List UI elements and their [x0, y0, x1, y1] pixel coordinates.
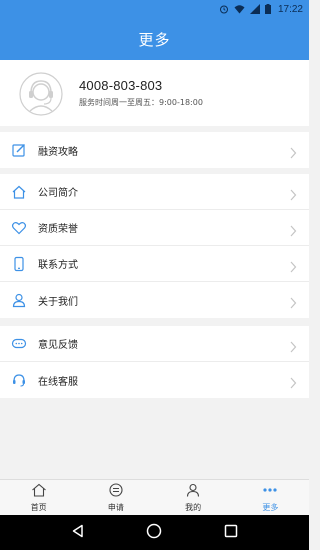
- service-hours: 服务时间周一至周五：9:00-18:00: [79, 98, 203, 107]
- tab-home[interactable]: 首页: [0, 480, 77, 515]
- hotline-number[interactable]: 4008-803-803: [79, 78, 203, 93]
- edit-icon: [11, 142, 27, 158]
- signal-icon: [249, 4, 260, 14]
- tab-label: 申请: [107, 503, 124, 512]
- menu-item-label: 在线客服: [38, 376, 78, 388]
- tab-label: 我的: [185, 503, 202, 512]
- back-triangle-icon: [71, 523, 85, 542]
- menu-group-support: 意见反馈 在线客服: [0, 326, 309, 398]
- recents-button[interactable]: [211, 518, 251, 548]
- menu-item-feedback[interactable]: 意见反馈: [0, 326, 309, 362]
- wifi-icon: [234, 4, 245, 14]
- status-bar: 17:22: [0, 0, 309, 18]
- chevron-right-icon: [289, 258, 297, 273]
- heart-icon: [11, 220, 27, 236]
- menu-item-label: 资质荣誉: [38, 224, 78, 235]
- menu-item-qualifications[interactable]: 资质荣誉: [0, 210, 309, 246]
- phone-icon: [11, 256, 27, 272]
- bottom-tab-bar: 首页 申请 我的 更多: [0, 479, 309, 515]
- chevron-right-icon: [289, 374, 297, 389]
- menu-group-guide: 融资攻略: [0, 132, 309, 168]
- customer-service-avatar-icon: [18, 71, 64, 117]
- chevron-right-icon: [289, 222, 297, 237]
- recents-square-icon: [224, 523, 238, 542]
- menu-item-about-us[interactable]: 关于我们: [0, 282, 309, 318]
- person-icon: [185, 482, 201, 501]
- more-dots-icon: [262, 482, 278, 501]
- tab-label: 首页: [30, 503, 47, 512]
- chevron-right-icon: [289, 144, 297, 159]
- title-bar: 更多: [0, 18, 309, 60]
- home-icon: [31, 482, 47, 501]
- home-circle-icon: [146, 523, 162, 543]
- menu-item-label: 联系方式: [38, 260, 78, 271]
- application-icon: [108, 482, 124, 501]
- menu-item-label: 关于我们: [38, 296, 78, 308]
- menu-item-financing-guide[interactable]: 融资攻略: [0, 132, 309, 168]
- menu-item-label: 意见反馈: [38, 340, 78, 351]
- system-nav-bar: [0, 515, 309, 550]
- tab-more[interactable]: 更多: [232, 480, 309, 515]
- chat-bubble-icon: [11, 336, 27, 352]
- person-icon: [11, 292, 27, 308]
- menu-item-label: 融资攻略: [38, 146, 78, 158]
- back-button[interactable]: [58, 518, 98, 548]
- tab-apply[interactable]: 申请: [77, 480, 154, 515]
- chevron-right-icon: [289, 186, 297, 201]
- status-time: 17:22: [277, 3, 303, 15]
- menu-item-contact-info[interactable]: 联系方式: [0, 246, 309, 282]
- contact-card[interactable]: 4008-803-803 服务时间周一至周五：9:00-18:00: [0, 60, 309, 126]
- menu-group-company: 公司简介 资质荣誉 联系方式 关于我们: [0, 174, 309, 318]
- page-title: 更多: [138, 30, 171, 49]
- tab-label: 更多: [262, 503, 279, 512]
- menu-item-online-service[interactable]: 在线客服: [0, 362, 309, 398]
- chevron-right-icon: [289, 338, 297, 353]
- menu-item-company-intro[interactable]: 公司简介: [0, 174, 309, 210]
- tab-mine[interactable]: 我的: [155, 480, 232, 515]
- headset-icon: [11, 372, 27, 388]
- chevron-right-icon: [289, 294, 297, 309]
- battery-icon: [264, 4, 271, 14]
- home-nav-button[interactable]: [134, 518, 174, 548]
- home-icon: [11, 184, 27, 200]
- menu-item-label: 公司简介: [38, 188, 78, 199]
- alarm-icon: [219, 4, 229, 14]
